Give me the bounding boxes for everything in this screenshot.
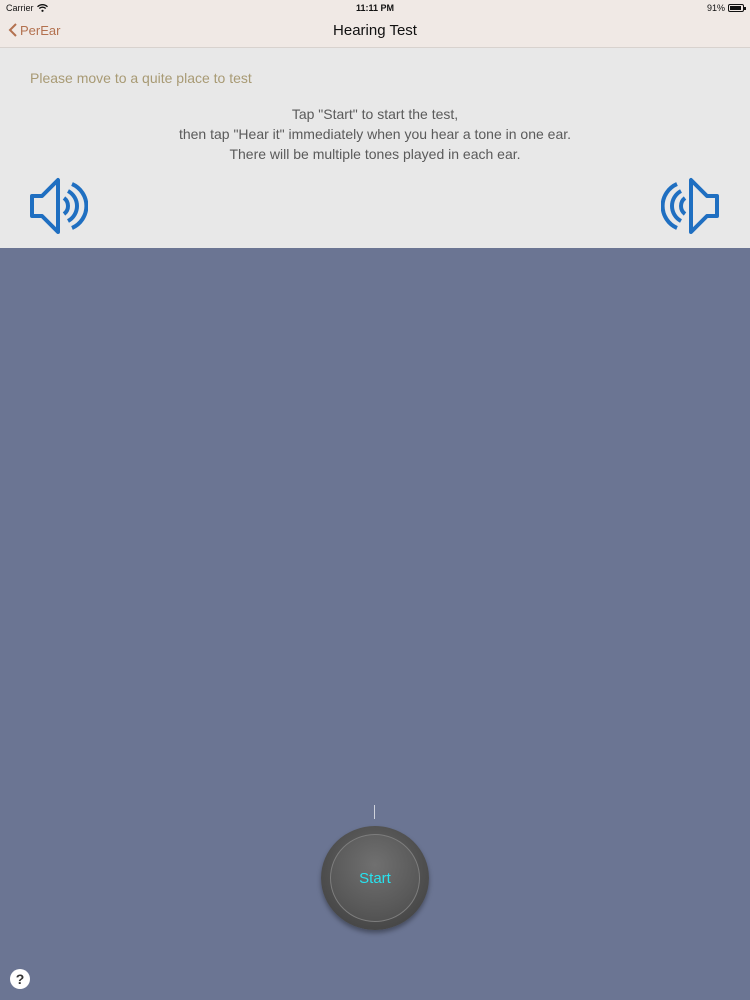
instructions: Tap "Start" to start the test, then tap … xyxy=(0,104,750,164)
start-label: Start xyxy=(359,869,391,887)
help-icon: ? xyxy=(15,971,25,987)
left-ear-speaker-icon xyxy=(30,178,88,234)
status-bar: Carrier 11:11 PM 91% xyxy=(0,0,750,16)
status-time: 11:11 PM xyxy=(355,3,395,13)
help-button[interactable]: ? xyxy=(10,969,30,989)
info-panel: Please move to a quite place to test Tap… xyxy=(0,48,750,248)
battery-icon xyxy=(728,4,746,12)
instruction-line: then tap "Hear it" immediately when you … xyxy=(178,126,572,142)
quiet-place-hint: Please move to a quite place to test xyxy=(30,70,252,86)
start-button[interactable]: Start xyxy=(321,826,429,930)
start-button-face: Start xyxy=(330,834,420,922)
instruction-line: Tap "Start" to start the test, xyxy=(291,106,459,122)
battery-indicator: 91% xyxy=(706,3,746,13)
right-ear-speaker-icon xyxy=(661,178,719,234)
navigation-bar: PerEar Hearing Test xyxy=(0,16,750,48)
start-indicator-tick xyxy=(374,805,375,819)
instruction-line: There will be multiple tones played in e… xyxy=(229,146,521,162)
battery-percent: 91% xyxy=(706,3,725,13)
page-title: Hearing Test xyxy=(333,22,417,39)
